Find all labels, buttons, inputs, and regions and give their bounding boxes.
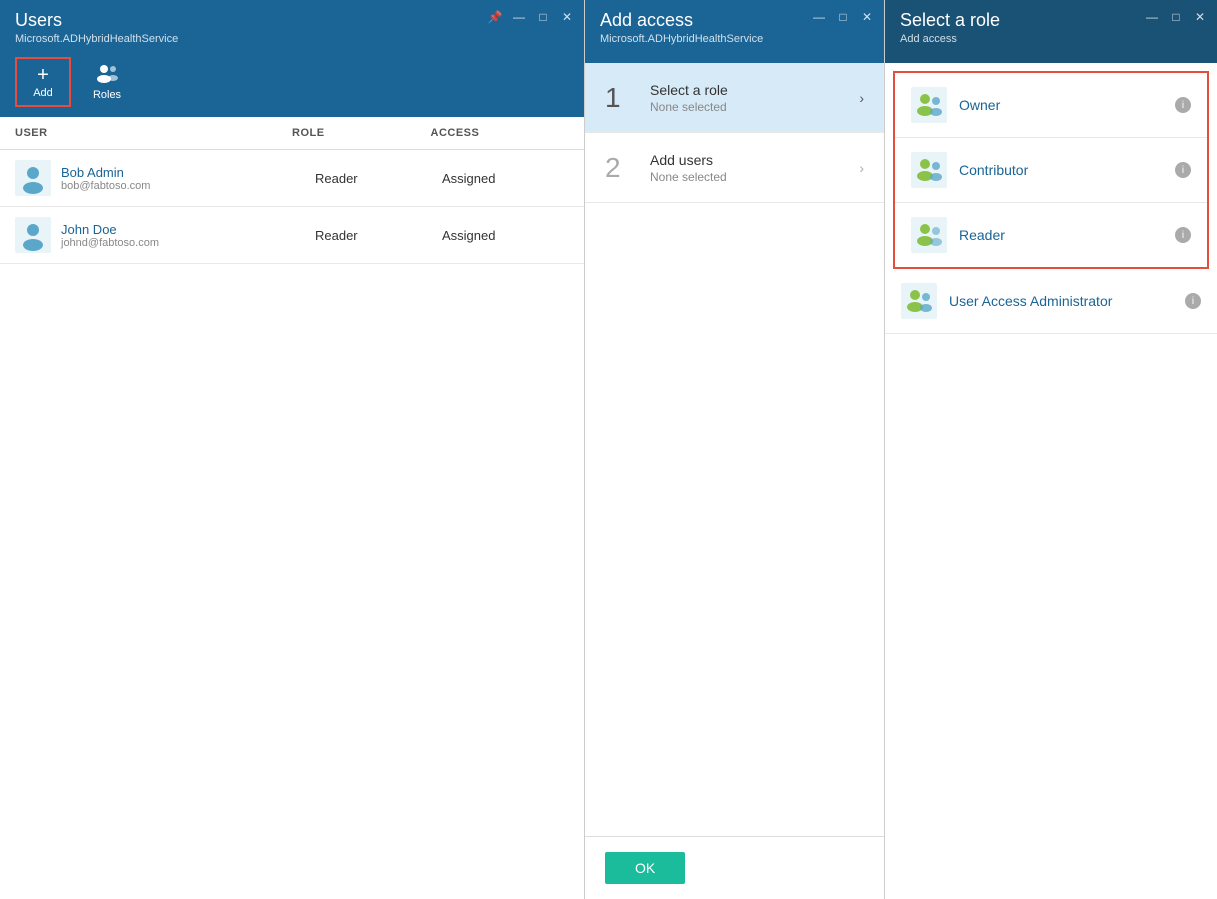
step-list: 1 Select a role None selected › 2 Add us…	[585, 63, 884, 836]
step-2[interactable]: 2 Add users None selected ›	[585, 133, 884, 203]
col-role-header: ROLE	[292, 127, 431, 139]
roles-icon	[96, 63, 118, 87]
users-panel: 📌 — □ ✕ Users Microsoft.ADHybridHealthSe…	[0, 0, 585, 899]
user-role: Reader	[315, 228, 442, 243]
add-access-panel: — □ ✕ Add access Microsoft.ADHybridHealt…	[585, 0, 885, 899]
user-access: Assigned	[442, 171, 569, 186]
user-info: Bob Admin bob@fabtoso.com	[61, 165, 315, 192]
add-icon: +	[37, 65, 49, 85]
minimize-icon[interactable]: —	[810, 8, 828, 26]
reader-role-icon	[911, 217, 947, 253]
avatar	[15, 160, 51, 196]
reader-role-name: Reader	[959, 227, 1175, 243]
info-icon[interactable]: i	[1185, 293, 1201, 309]
role-owner[interactable]: Owner i	[895, 73, 1207, 138]
user-access: Assigned	[442, 228, 569, 243]
avatar	[15, 217, 51, 253]
select-role-panel: — □ ✕ Select a role Add access Owner	[885, 0, 1217, 899]
user-name: John Doe	[61, 222, 315, 237]
step-1[interactable]: 1 Select a role None selected ›	[585, 63, 884, 133]
select-role-window-controls: — □ ✕	[1143, 8, 1209, 26]
info-icon[interactable]: i	[1175, 162, 1191, 178]
users-window-controls: 📌 — □ ✕	[486, 8, 576, 26]
add-label: Add	[33, 87, 53, 99]
role-list: Owner i Contributor i	[885, 63, 1217, 899]
maximize-icon[interactable]: □	[534, 8, 552, 26]
roles-selection-box: Owner i Contributor i	[893, 71, 1209, 269]
user-role: Reader	[315, 171, 442, 186]
user-email: johnd@fabtoso.com	[61, 237, 315, 249]
add-access-subtitle: Microsoft.ADHybridHealthService	[600, 33, 869, 45]
chevron-right-icon: ›	[859, 90, 864, 106]
pin-icon[interactable]: 📌	[486, 8, 504, 26]
owner-role-icon	[911, 87, 947, 123]
add-access-header: — □ ✕ Add access Microsoft.ADHybridHealt…	[585, 0, 884, 63]
close-icon[interactable]: ✕	[558, 8, 576, 26]
users-panel-header: 📌 — □ ✕ Users Microsoft.ADHybridHealthSe…	[0, 0, 584, 117]
maximize-icon[interactable]: □	[834, 8, 852, 26]
step-2-title: Add users	[650, 152, 859, 168]
col-access-header: ACCESS	[431, 127, 570, 139]
owner-role-name: Owner	[959, 97, 1175, 113]
maximize-icon[interactable]: □	[1167, 8, 1185, 26]
close-icon[interactable]: ✕	[858, 8, 876, 26]
step-1-number: 1	[605, 82, 635, 114]
table-row[interactable]: John Doe johnd@fabtoso.com Reader Assign…	[0, 207, 584, 264]
users-content: USER ROLE ACCESS Bob Admin bob@fabtoso.c…	[0, 117, 584, 899]
add-button[interactable]: + Add	[15, 57, 71, 107]
col-user-header: USER	[15, 127, 292, 139]
info-icon[interactable]: i	[1175, 97, 1191, 113]
chevron-right-icon: ›	[859, 160, 864, 176]
ok-button[interactable]: OK	[605, 852, 685, 884]
step-2-number: 2	[605, 152, 635, 184]
role-contributor[interactable]: Contributor i	[895, 138, 1207, 203]
step-1-title: Select a role	[650, 82, 859, 98]
roles-label: Roles	[93, 89, 121, 101]
user-access-admin-role-icon	[901, 283, 937, 319]
add-access-footer: OK	[585, 836, 884, 899]
role-reader[interactable]: Reader i	[895, 203, 1207, 267]
close-icon[interactable]: ✕	[1191, 8, 1209, 26]
user-name: Bob Admin	[61, 165, 315, 180]
user-access-admin-role-name: User Access Administrator	[949, 293, 1185, 309]
select-role-header: — □ ✕ Select a role Add access	[885, 0, 1217, 63]
users-subtitle: Microsoft.ADHybridHealthService	[15, 33, 569, 45]
table-header: USER ROLE ACCESS	[0, 117, 584, 150]
roles-button[interactable]: Roles	[79, 57, 135, 107]
contributor-role-icon	[911, 152, 947, 188]
users-toolbar: + Add Roles	[15, 55, 569, 109]
role-user-access-admin[interactable]: User Access Administrator i	[885, 269, 1217, 334]
table-row[interactable]: Bob Admin bob@fabtoso.com Reader Assigne…	[0, 150, 584, 207]
step-2-subtitle: None selected	[650, 170, 859, 184]
info-icon[interactable]: i	[1175, 227, 1191, 243]
minimize-icon[interactable]: —	[1143, 8, 1161, 26]
minimize-icon[interactable]: —	[510, 8, 528, 26]
add-access-window-controls: — □ ✕	[810, 8, 876, 26]
select-role-subtitle: Add access	[900, 33, 1202, 45]
contributor-role-name: Contributor	[959, 162, 1175, 178]
step-1-subtitle: None selected	[650, 100, 859, 114]
user-info: John Doe johnd@fabtoso.com	[61, 222, 315, 249]
step-1-text: Select a role None selected	[650, 82, 859, 114]
user-email: bob@fabtoso.com	[61, 180, 315, 192]
step-2-text: Add users None selected	[650, 152, 859, 184]
